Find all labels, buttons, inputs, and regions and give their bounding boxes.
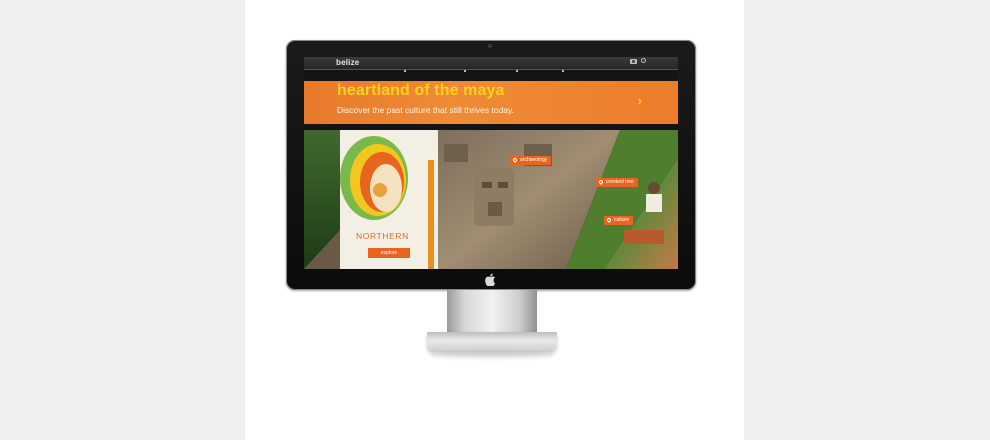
market-stall — [624, 230, 664, 244]
carved-eye — [482, 182, 492, 188]
webcam-dot — [488, 44, 492, 48]
hero-banner: heartland of the maya Discover the past … — [304, 81, 678, 124]
pin-label: archaeology — [520, 157, 548, 163]
pin-label: crooked tree — [606, 179, 634, 185]
search-icon[interactable] — [641, 58, 646, 63]
nav-marker — [516, 70, 518, 72]
banner-subtitle: Discover the past culture that still thr… — [337, 105, 515, 115]
poster-stripe — [428, 160, 434, 269]
carved-eye — [498, 182, 508, 188]
monitor-stand — [447, 290, 537, 336]
nav-marker — [562, 70, 564, 72]
ear-ornament — [373, 183, 387, 197]
region-label: NORTHERN — [356, 231, 409, 241]
location-pin-icon — [512, 157, 518, 163]
nav-icons — [630, 58, 646, 64]
location-pin-icon — [606, 217, 612, 223]
carved-glyph — [444, 144, 468, 162]
pin-archaeology[interactable]: archaeology — [510, 156, 552, 165]
apple-logo-icon — [485, 273, 495, 286]
site-logo[interactable]: belize — [336, 58, 359, 67]
pin-crooked-tree[interactable]: crooked tree — [596, 178, 638, 187]
explore-button[interactable]: explore — [368, 248, 410, 258]
nav-marker — [404, 70, 406, 72]
pin-label: culture — [614, 217, 630, 223]
monitor-shadow — [430, 352, 554, 358]
monitor-screen: belize heartland of the maya Discover th… — [304, 57, 678, 269]
pin-culture[interactable]: culture — [604, 216, 634, 225]
site-nav-bar: belize — [304, 57, 678, 72]
collage-artwork — [304, 130, 678, 269]
hero-collage: NORTHERN explore archaeology crooked tre… — [304, 130, 678, 269]
location-pin-icon — [598, 179, 604, 185]
banner-title: heartland of the maya — [337, 82, 505, 99]
camera-icon[interactable] — [630, 59, 637, 64]
carved-mask — [474, 168, 514, 226]
monitor-base — [427, 332, 557, 352]
vendor-shirt — [646, 194, 662, 212]
next-arrow-icon[interactable]: › — [638, 93, 642, 108]
vendor-figure — [648, 182, 660, 194]
carved-mouth — [488, 202, 502, 216]
monitor-bezel: belize heartland of the maya Discover th… — [286, 40, 696, 290]
nav-marker — [464, 70, 466, 72]
